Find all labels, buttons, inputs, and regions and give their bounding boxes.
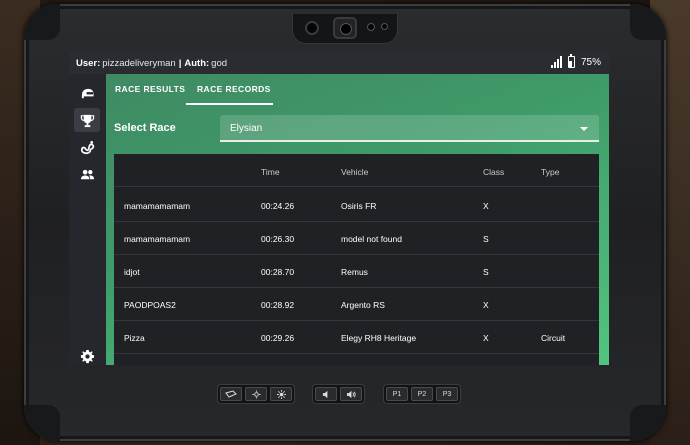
cell-time: 00:26.30 xyxy=(261,234,295,244)
header-type: Type xyxy=(541,167,560,177)
user-label: User: xyxy=(76,57,101,69)
cell-vehicle: Remus xyxy=(341,267,368,277)
volume-up-icon xyxy=(346,390,356,398)
status-separator: | xyxy=(178,57,182,69)
cell-time: 00:24.26 xyxy=(261,201,295,211)
volume-down-icon xyxy=(322,390,327,398)
cell-time: 00:29.26 xyxy=(261,333,295,343)
header-time: Time xyxy=(261,167,280,177)
hw-volume-down-button[interactable] xyxy=(315,387,337,401)
table-row: Pizza 00:29.26 Elegy RH8 Heritage X Circ… xyxy=(114,321,599,354)
tablet-screen: User: pizzadeliveryman | Auth: god 75% R… xyxy=(69,52,609,365)
table-row: mamamamamam 00:24.26 Osiris FR X xyxy=(114,189,599,222)
sidebar-item-records[interactable] xyxy=(74,108,100,132)
cell-class: S xyxy=(483,234,489,244)
camera-icon xyxy=(225,390,237,398)
table-row: mamamamamam 00:26.30 model not found S xyxy=(114,222,599,255)
tab-race-records[interactable]: RACE RECORDS xyxy=(197,84,271,94)
users-icon xyxy=(80,169,94,179)
table-row: idjot 00:28.70 Remus S xyxy=(114,255,599,288)
cell-class: S xyxy=(483,267,489,277)
cell-vehicle: Osiris FR xyxy=(341,201,377,211)
cell-vehicle: model not found xyxy=(341,234,402,244)
hw-brightness-up-button[interactable] xyxy=(270,387,292,401)
brightness-up-icon xyxy=(276,389,286,399)
cell-class: X xyxy=(483,201,489,211)
gear-icon xyxy=(80,349,94,363)
hw-brightness-down-button[interactable] xyxy=(245,387,267,401)
battery-icon xyxy=(567,54,575,68)
brightness-down-icon xyxy=(251,389,261,399)
cell-class: X xyxy=(483,300,489,310)
hw-volume-up-button[interactable] xyxy=(340,387,362,401)
race-select-value: Elysian xyxy=(230,123,263,134)
cell-player: mamamamamam xyxy=(124,201,191,211)
cell-player: Pizza xyxy=(124,333,145,343)
sensor-icon xyxy=(305,21,319,35)
trophy-icon xyxy=(80,114,94,127)
auth-label: Auth: xyxy=(184,57,210,69)
tab-race-results[interactable]: RACE RESULTS xyxy=(115,84,185,94)
track-icon xyxy=(80,140,94,154)
hw-camera-button[interactable] xyxy=(220,387,242,401)
hw-p3-button[interactable]: P3 xyxy=(436,387,458,401)
table-row: PAODPOAS2 00:28.92 Argento RS X xyxy=(114,288,599,321)
header-class: Class xyxy=(483,167,505,177)
cell-player: idjot xyxy=(124,267,140,277)
sidebar xyxy=(69,74,106,365)
hw-p2-button[interactable]: P2 xyxy=(411,387,433,401)
hw-group-display xyxy=(217,384,295,404)
cell-type: Circuit xyxy=(541,333,566,343)
hw-group-presets: P1 P2 P3 xyxy=(383,384,461,404)
cell-class: X xyxy=(483,333,489,343)
camera-icon xyxy=(333,17,357,39)
sidebar-item-helmet[interactable] xyxy=(74,81,100,105)
select-race-label: Select Race xyxy=(114,122,176,134)
light-sensor-icon xyxy=(367,23,375,31)
hw-p1-button[interactable]: P1 xyxy=(386,387,408,401)
helmet-icon xyxy=(81,88,94,98)
race-select[interactable]: Elysian xyxy=(220,115,599,142)
cell-time: 00:28.92 xyxy=(261,300,295,310)
cell-player: mamamamamam xyxy=(124,234,191,244)
hardware-controls: P1 P2 P3 xyxy=(0,384,690,406)
cell-time: 00:28.70 xyxy=(261,267,295,277)
camera-bar xyxy=(292,14,398,44)
status-bar: User: pizzadeliveryman | Auth: god 75% xyxy=(69,52,609,74)
auth-value: god xyxy=(211,57,228,69)
records-table: Time Vehicle Class Type mamamamamam 00:2… xyxy=(114,154,599,365)
main-panel: RACE RESULTS RACE RECORDS Select Race El… xyxy=(106,74,609,365)
cell-vehicle: Elegy RH8 Heritage xyxy=(341,333,417,343)
sidebar-item-settings[interactable] xyxy=(74,344,100,365)
chevron-down-icon xyxy=(580,127,588,131)
tab-bar: RACE RESULTS RACE RECORDS xyxy=(106,74,609,105)
status-right: 75% xyxy=(550,54,601,68)
signal-icon xyxy=(550,56,562,68)
hw-group-volume xyxy=(312,384,365,404)
user-name: pizzadeliveryman xyxy=(102,57,176,69)
cell-vehicle: Argento RS xyxy=(341,300,385,310)
sidebar-item-users[interactable] xyxy=(74,162,100,186)
sidebar-item-tracks[interactable] xyxy=(74,135,100,159)
header-vehicle: Vehicle xyxy=(341,167,369,177)
table-header: Time Vehicle Class Type xyxy=(114,154,599,187)
cell-player: PAODPOAS2 xyxy=(124,300,176,310)
active-tab-indicator xyxy=(186,103,273,105)
indicator-icon xyxy=(381,23,388,30)
battery-level: 75% xyxy=(580,56,601,68)
